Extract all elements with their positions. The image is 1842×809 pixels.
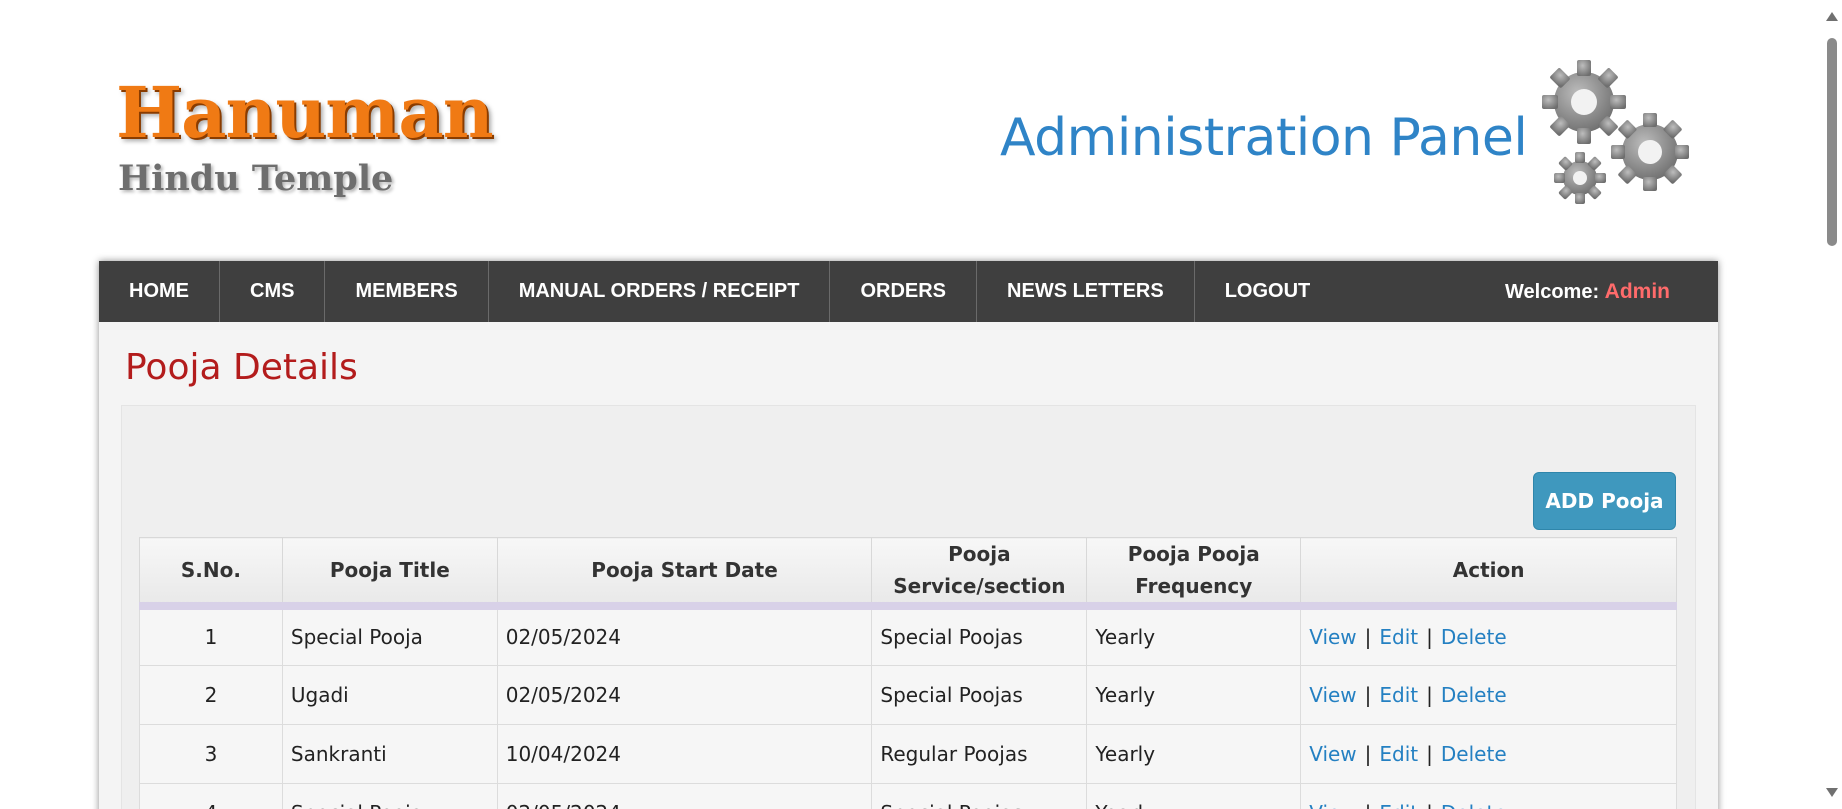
scroll-up-arrow-icon[interactable] bbox=[1826, 12, 1838, 21]
cell-service: Regular Poojas bbox=[871, 723, 1088, 784]
cell-service: Special Poojas bbox=[871, 664, 1088, 725]
cell-sno: 3 bbox=[139, 723, 283, 784]
delete-link[interactable]: Delete bbox=[1441, 625, 1507, 649]
add-pooja-button[interactable]: ADD Pooja bbox=[1533, 472, 1676, 530]
edit-link[interactable]: Edit bbox=[1379, 801, 1418, 809]
main-panel: HOME CMS MEMBERS MANUAL ORDERS / RECEIPT… bbox=[99, 261, 1718, 809]
nav-members[interactable]: MEMBERS bbox=[325, 261, 489, 322]
welcome-message: Welcome: Admin bbox=[1505, 280, 1670, 304]
nav-logout[interactable]: LOGOUT bbox=[1195, 261, 1341, 322]
action-separator: | bbox=[1364, 682, 1372, 707]
table-row: 1 Special Pooja 02/05/2024 Special Poojas Ye… bbox=[139, 605, 1677, 666]
nav-home[interactable]: HOME bbox=[99, 261, 220, 322]
cell-start-date: 02/05/2024 bbox=[496, 782, 873, 809]
scroll-down-arrow-icon[interactable] bbox=[1826, 788, 1838, 797]
action-separator: | bbox=[1426, 682, 1433, 707]
col-header-frequency[interactable]: Pooja Pooja Frequency bbox=[1086, 537, 1302, 610]
cell-title: Special Pooja bbox=[281, 605, 498, 666]
main-navigation: HOME CMS MEMBERS MANUAL ORDERS / RECEIPT… bbox=[99, 261, 1718, 322]
cell-frequency: Yearly bbox=[1086, 664, 1302, 725]
cell-sno: 1 bbox=[139, 605, 283, 666]
cell-actions: View | Edit | Delete bbox=[1300, 723, 1677, 784]
scroll-thumb[interactable] bbox=[1827, 38, 1837, 246]
edit-link[interactable]: Edit bbox=[1379, 742, 1418, 766]
table-row: 2 Ugadi 02/05/2024 Special Poojas Yearly View… bbox=[139, 664, 1677, 725]
cell-frequency: Yearly bbox=[1086, 605, 1302, 666]
welcome-label: Welcome: bbox=[1505, 280, 1600, 303]
cell-sno: 2 bbox=[139, 664, 283, 725]
delete-link[interactable]: Delete bbox=[1441, 801, 1507, 809]
edit-link[interactable]: Edit bbox=[1379, 683, 1418, 707]
view-link[interactable]: View bbox=[1309, 801, 1356, 809]
delete-link[interactable]: Delete bbox=[1441, 742, 1507, 766]
cell-service: Special Poojas bbox=[871, 782, 1088, 809]
delete-link[interactable]: Delete bbox=[1441, 683, 1507, 707]
edit-link[interactable]: Edit bbox=[1379, 625, 1418, 649]
table-row: 4Special Pooja02/05/2024Special PoojasYe… bbox=[139, 782, 1677, 809]
col-header-start-date[interactable]: Pooja Start Date bbox=[496, 537, 873, 610]
cell-actions: View | Edit | Delete bbox=[1300, 782, 1677, 809]
view-link[interactable]: View bbox=[1309, 683, 1356, 707]
nav-cms[interactable]: CMS bbox=[220, 261, 326, 322]
cell-title: Sankranti bbox=[281, 723, 498, 784]
cell-title: Special Pooja bbox=[281, 782, 498, 809]
page-scrollbar[interactable] bbox=[1822, 0, 1842, 809]
cell-title: Ugadi bbox=[281, 664, 498, 725]
col-header-service[interactable]: Pooja Service/section bbox=[871, 537, 1088, 610]
table-header-row: S.No. Pooja Title Pooja Start Date Pooja… bbox=[139, 537, 1677, 610]
action-separator: | bbox=[1365, 801, 1372, 809]
action-separator: | bbox=[1426, 741, 1433, 766]
cell-actions: View | Edit | Delete bbox=[1300, 605, 1677, 666]
action-separator: | bbox=[1364, 741, 1372, 766]
cell-frequency: Yearly bbox=[1086, 723, 1302, 784]
nav-orders[interactable]: ORDERS bbox=[830, 261, 978, 322]
cell-start-date: 02/05/2024 bbox=[496, 664, 873, 725]
logo-title: Hanuman bbox=[116, 71, 494, 154]
nav-newsletters[interactable]: NEWS LETTERS bbox=[977, 261, 1195, 322]
admin-panel-title: Administration Panel bbox=[1000, 108, 1528, 168]
col-header-title[interactable]: Pooja Title bbox=[281, 537, 498, 610]
cell-frequency: Yearly bbox=[1086, 782, 1302, 809]
action-separator: | bbox=[1364, 625, 1372, 650]
cell-actions: View | Edit | Delete bbox=[1300, 664, 1677, 725]
gears-icon bbox=[1532, 60, 1702, 208]
table-row: 3 Sankranti 10/04/2024 Regular Poojas Yearly… bbox=[139, 723, 1677, 784]
cell-start-date: 10/04/2024 bbox=[496, 723, 873, 784]
action-separator: | bbox=[1426, 801, 1433, 809]
view-link[interactable]: View bbox=[1309, 625, 1356, 649]
pooja-table: S.No. Pooja Title Pooja Start Date Pooja… bbox=[139, 537, 1677, 809]
temple-logo: Hanuman Hindu Temple bbox=[116, 71, 494, 200]
welcome-user: Admin bbox=[1604, 279, 1670, 303]
cell-service: Special Poojas bbox=[871, 605, 1088, 666]
col-header-sno[interactable]: S.No. bbox=[139, 537, 283, 610]
view-link[interactable]: View bbox=[1309, 742, 1356, 766]
page-title: Pooja Details bbox=[125, 347, 358, 388]
nav-manual-orders[interactable]: MANUAL ORDERS / RECEIPT bbox=[489, 261, 831, 322]
logo-subtitle: Hindu Temple bbox=[118, 158, 394, 199]
col-header-action: Action bbox=[1300, 537, 1677, 610]
action-separator: | bbox=[1426, 625, 1433, 650]
cell-sno: 4 bbox=[139, 782, 283, 809]
cell-start-date: 02/05/2024 bbox=[496, 605, 873, 666]
